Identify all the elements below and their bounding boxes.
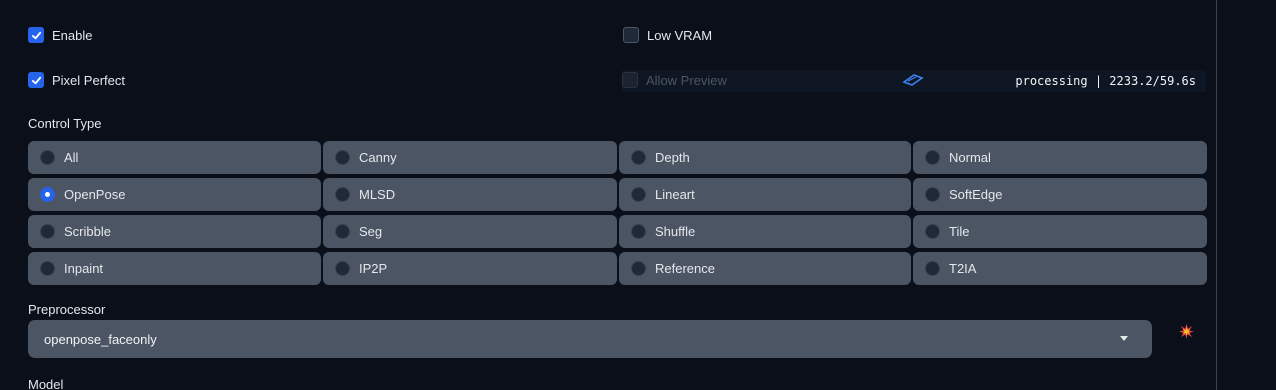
control-type-option-ip2p[interactable]: IP2P [323,252,617,285]
processing-status: processing | 2233.2/59.6s [1015,74,1196,88]
control-type-option-shuffle[interactable]: Shuffle [619,215,911,248]
radio-button[interactable] [631,261,646,276]
control-type-option-inpaint[interactable]: Inpaint [28,252,321,285]
radio-label: Scribble [64,224,111,239]
radio-label: All [64,150,79,165]
radio-button[interactable] [335,261,350,276]
radio-button[interactable] [335,187,350,202]
control-type-option-mlsd[interactable]: MLSD [323,178,617,211]
check-icon [31,76,41,84]
preprocessor-selected-value: openpose_faceonly [44,331,157,347]
radio-button[interactable] [40,224,55,239]
panel-border [1216,0,1217,390]
control-type-option-seg[interactable]: Seg [323,215,617,248]
check-icon [31,31,41,39]
enable-label: Enable [52,27,93,43]
pixel-perfect-label: Pixel Perfect [52,72,125,88]
control-type-option-openpose[interactable]: OpenPose [28,178,321,211]
radio-button[interactable] [925,150,940,165]
low-vram-label: Low VRAM [647,27,713,43]
control-type-option-depth[interactable]: Depth [619,141,911,174]
enable-checkbox[interactable] [28,27,44,43]
enable-checkbox-row[interactable]: Enable [28,27,92,43]
radio-button[interactable] [40,150,55,165]
radio-label: Lineart [655,187,695,202]
control-type-option-t2ia[interactable]: T2IA [913,252,1207,285]
low-vram-checkbox[interactable] [623,27,639,43]
radio-button[interactable] [925,187,940,202]
radio-label: Normal [949,150,991,165]
radio-button[interactable] [335,150,350,165]
radio-label: Shuffle [655,224,696,239]
radio-button[interactable] [40,187,55,202]
control-type-radio-group: All Canny Depth Normal OpenPose MLSD Lineart So… [28,141,1207,285]
radio-button[interactable] [925,224,940,239]
radio-label: SoftEdge [949,187,1003,202]
control-type-option-softedge[interactable]: SoftEdge [913,178,1207,211]
low-vram-checkbox-row[interactable]: Low VRAM [623,27,712,43]
radio-label: OpenPose [64,187,126,202]
control-type-option-scribble[interactable]: Scribble [28,215,321,248]
radio-label: MLSD [359,187,396,202]
radio-label: Seg [359,224,383,239]
pixel-perfect-checkbox[interactable] [28,72,44,88]
radio-button[interactable] [631,224,646,239]
control-type-option-all[interactable]: All [28,141,321,174]
allow-preview-row: Allow Preview processing | 2233.2/59.6s [622,70,1206,92]
radio-button[interactable] [335,224,350,239]
radio-label: Reference [655,261,715,276]
radio-button[interactable] [631,150,646,165]
radio-label: Depth [655,150,690,165]
preprocessor-label: Preprocessor [28,302,106,317]
allow-preview-checkbox[interactable] [622,72,638,88]
radio-label: Tile [949,224,970,239]
control-type-option-normal[interactable]: Normal [913,141,1207,174]
control-type-option-lineart[interactable]: Lineart [619,178,911,211]
allow-preview-checkbox-row[interactable]: Allow Preview [622,72,727,88]
radio-label: IP2P [359,261,388,276]
radio-button[interactable] [40,261,55,276]
preprocessor-dropdown[interactable]: openpose_faceonly [28,320,1152,358]
allow-preview-label: Allow Preview [646,72,727,88]
control-type-option-reference[interactable]: Reference [619,252,911,285]
radio-button[interactable] [925,261,940,276]
control-type-option-canny[interactable]: Canny [323,141,617,174]
radio-label: Inpaint [64,261,104,276]
loading-icon [902,74,924,86]
control-type-option-tile[interactable]: Tile [913,215,1207,248]
collision-icon [1178,323,1194,339]
radio-label: T2IA [949,261,977,276]
pixel-perfect-checkbox-row[interactable]: Pixel Perfect [28,72,125,88]
run-preprocessor-button[interactable] [1176,321,1196,341]
radio-label: Canny [359,150,397,165]
control-type-label: Control Type [28,116,102,131]
model-label: Model [28,377,64,390]
radio-button[interactable] [631,187,646,202]
chevron-down-icon [1120,336,1128,341]
